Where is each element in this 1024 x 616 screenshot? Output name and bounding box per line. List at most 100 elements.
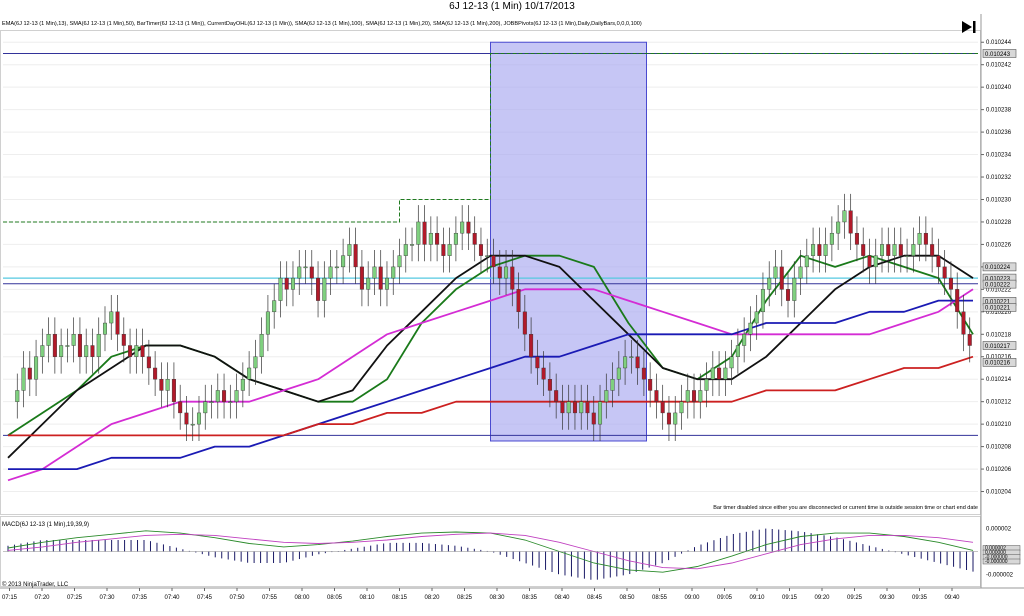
candle-body bbox=[491, 255, 496, 268]
candle-body bbox=[591, 412, 596, 425]
candle-body bbox=[21, 367, 26, 391]
price-tick-label: 0.010242 bbox=[986, 63, 1012, 69]
price-marker: 0.010216 bbox=[982, 358, 1017, 367]
candle-body bbox=[34, 356, 39, 380]
time-tick-label: 07:20 bbox=[34, 595, 50, 601]
macd-tick-label: -0.000002 bbox=[986, 573, 1014, 579]
candle-body bbox=[71, 334, 76, 346]
price-tick-label: 0.010208 bbox=[986, 445, 1012, 451]
candle-body bbox=[328, 266, 333, 279]
candle-body bbox=[435, 232, 440, 245]
time-tick-label: 08:50 bbox=[619, 595, 635, 601]
candle-body bbox=[65, 345, 70, 347]
candle-body bbox=[623, 356, 628, 369]
candle-body bbox=[566, 401, 571, 414]
candle-body bbox=[911, 244, 916, 256]
candle-body bbox=[128, 345, 133, 357]
candle-body bbox=[466, 221, 471, 234]
candle-body bbox=[516, 289, 521, 313]
candle-body bbox=[397, 255, 402, 268]
price-chart[interactable]: 0.010244 0.010242 0.010240 0.010238 0.010236… bbox=[0, 0, 1024, 616]
time-tick-label: 07:45 bbox=[197, 595, 213, 601]
candle-body bbox=[77, 334, 82, 357]
price-marker-label: 0.010243 bbox=[985, 52, 1011, 58]
price-tick-label: 0.010210 bbox=[986, 422, 1012, 428]
candle-body bbox=[967, 334, 972, 346]
candle-body bbox=[873, 255, 878, 268]
candle-body bbox=[15, 390, 20, 402]
candle-body bbox=[303, 266, 308, 269]
candle-body bbox=[923, 232, 928, 245]
price-tick-label: 0.010218 bbox=[986, 332, 1012, 338]
candle-body bbox=[391, 266, 396, 279]
price-tick-label: 0.010206 bbox=[986, 467, 1012, 473]
candle-body bbox=[134, 345, 139, 357]
candle-body bbox=[121, 334, 126, 346]
candle-body bbox=[823, 244, 828, 256]
candle-body bbox=[541, 367, 546, 380]
time-tick-label: 08:45 bbox=[587, 595, 603, 601]
time-tick-label: 07:30 bbox=[99, 595, 115, 601]
candle-body bbox=[347, 244, 352, 256]
candle-body bbox=[265, 311, 270, 335]
candle-body bbox=[648, 379, 653, 391]
candle-body bbox=[679, 401, 684, 414]
candle-body bbox=[660, 401, 665, 414]
highlight-zone bbox=[490, 41, 647, 442]
time-tick-label: 09:00 bbox=[684, 595, 700, 601]
candle-body bbox=[836, 221, 841, 234]
candle-body bbox=[666, 412, 671, 425]
candle-body bbox=[384, 277, 389, 290]
candle-body bbox=[710, 367, 715, 380]
price-marker: 0.010224 bbox=[982, 262, 1017, 272]
price-marker-label: 0.010217 bbox=[985, 344, 1011, 350]
candle-body bbox=[284, 277, 289, 290]
candle-body bbox=[378, 266, 383, 290]
candle-body bbox=[529, 334, 534, 357]
candle-body bbox=[535, 356, 540, 369]
candle-body bbox=[854, 232, 859, 245]
candle-body bbox=[447, 244, 452, 256]
candle-body bbox=[704, 379, 709, 391]
time-tick-label: 08:20 bbox=[424, 595, 440, 601]
candle-body bbox=[416, 221, 421, 245]
candle-body bbox=[410, 244, 415, 246]
candle-body bbox=[905, 255, 910, 257]
candle-body bbox=[510, 266, 515, 290]
candle-body bbox=[760, 289, 765, 313]
candle-body bbox=[848, 210, 853, 234]
candle-body bbox=[798, 266, 803, 279]
price-tick-label: 0.010240 bbox=[986, 85, 1012, 91]
candle-body bbox=[278, 277, 283, 301]
candle-body bbox=[309, 266, 314, 279]
candle-body bbox=[779, 266, 784, 290]
time-tick-label: 09:20 bbox=[814, 595, 830, 601]
price-marker: 0.010221 bbox=[982, 303, 1017, 312]
candle-body bbox=[773, 266, 778, 279]
candle-body bbox=[159, 379, 164, 391]
time-tick-label: 08:10 bbox=[359, 595, 375, 601]
copyright: © 2013 NinjaTrader, LLC bbox=[2, 581, 69, 588]
candle-body bbox=[723, 367, 728, 380]
candle-body bbox=[742, 334, 747, 346]
time-tick-label: 08:15 bbox=[392, 595, 408, 601]
time-tick-label: 07:25 bbox=[67, 595, 83, 601]
time-tick-label: 09:05 bbox=[717, 595, 733, 601]
candle-body bbox=[892, 244, 897, 256]
time-tick-label: 09:35 bbox=[912, 595, 928, 601]
candle-body bbox=[334, 266, 339, 269]
candle-body bbox=[917, 232, 922, 245]
candle-body bbox=[297, 266, 302, 279]
candle-body bbox=[504, 266, 509, 279]
candle-body bbox=[247, 367, 252, 380]
candle-body bbox=[698, 390, 703, 402]
candle-body bbox=[936, 255, 941, 268]
candle-body bbox=[203, 401, 208, 414]
time-tick-label: 08:05 bbox=[327, 595, 343, 601]
candle-body bbox=[786, 289, 791, 301]
candle-body bbox=[930, 244, 935, 256]
time-tick-label: 08:55 bbox=[652, 595, 668, 601]
candle-body bbox=[322, 277, 327, 301]
candle-body bbox=[880, 244, 885, 256]
candle-body bbox=[554, 390, 559, 402]
